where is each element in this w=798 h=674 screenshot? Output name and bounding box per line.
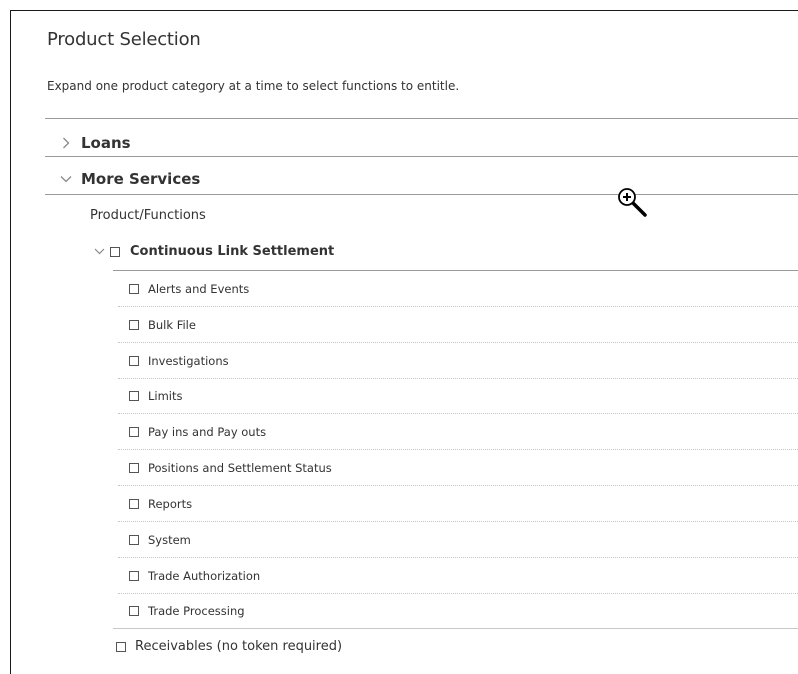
divider [118,306,798,307]
divider [118,342,798,343]
divider [45,194,798,195]
function-trade-processing[interactable]: Trade Processing [129,604,245,618]
function-positions-and-settlement-status[interactable]: Positions and Settlement Status [129,461,332,475]
category-label: Loans [81,134,131,152]
function-checkbox[interactable] [129,356,139,366]
function-checkbox[interactable] [129,391,139,401]
function-checkbox[interactable] [129,606,139,616]
function-checkbox[interactable] [129,499,139,509]
divider [118,557,798,558]
function-label: System [148,533,191,547]
function-bulk-file[interactable]: Bulk File [129,318,196,332]
divider [45,156,798,157]
product-receivables[interactable]: Receivables (no token required) [116,639,342,654]
divider [118,593,798,594]
chevron-down-icon[interactable] [92,248,106,255]
category-loans[interactable]: Loans [57,134,131,152]
function-alerts-and-events[interactable]: Alerts and Events [129,282,249,296]
function-limits[interactable]: Limits [129,389,183,403]
product-checkbox[interactable] [116,641,126,652]
function-label: Positions and Settlement Status [148,461,332,475]
function-label: Investigations [148,354,229,368]
product-label: Receivables (no token required) [135,639,343,654]
product-functions-label: Product/Functions [90,208,206,223]
chevron-right-icon [57,137,75,149]
divider [45,118,798,119]
divider [118,485,798,486]
product-label: Continuous Link Settlement [130,244,335,259]
function-label: Bulk File [148,318,196,332]
function-label: Trade Processing [148,604,245,618]
function-system[interactable]: System [129,533,191,547]
divider [113,270,798,271]
zoom-in-cursor-icon [616,186,650,224]
category-more-services[interactable]: More Services [57,170,200,188]
function-label: Trade Authorization [148,569,261,583]
function-checkbox[interactable] [129,463,139,473]
function-label: Alerts and Events [148,282,250,296]
function-pay-ins-and-pay-outs[interactable]: Pay ins and Pay outs [129,425,266,439]
divider [118,521,798,522]
function-checkbox[interactable] [129,284,139,294]
divider [118,449,798,450]
function-checkbox[interactable] [129,427,139,437]
product-continuous-link-settlement[interactable]: Continuous Link Settlement [92,244,334,259]
function-label: Limits [148,389,183,403]
category-label: More Services [81,170,201,188]
function-investigations[interactable]: Investigations [129,354,229,368]
function-checkbox[interactable] [129,571,139,581]
function-label: Reports [148,497,193,511]
chevron-down-icon [57,175,75,183]
function-checkbox[interactable] [129,320,139,330]
page-description: Expand one product category at a time to… [47,79,460,93]
divider [118,378,798,379]
function-trade-authorization[interactable]: Trade Authorization [129,569,260,583]
function-checkbox[interactable] [129,535,139,545]
product-checkbox[interactable] [110,246,120,257]
divider [118,413,798,414]
function-label: Pay ins and Pay outs [148,425,267,439]
page-title: Product Selection [47,29,201,50]
divider [113,628,798,629]
function-reports[interactable]: Reports [129,497,192,511]
